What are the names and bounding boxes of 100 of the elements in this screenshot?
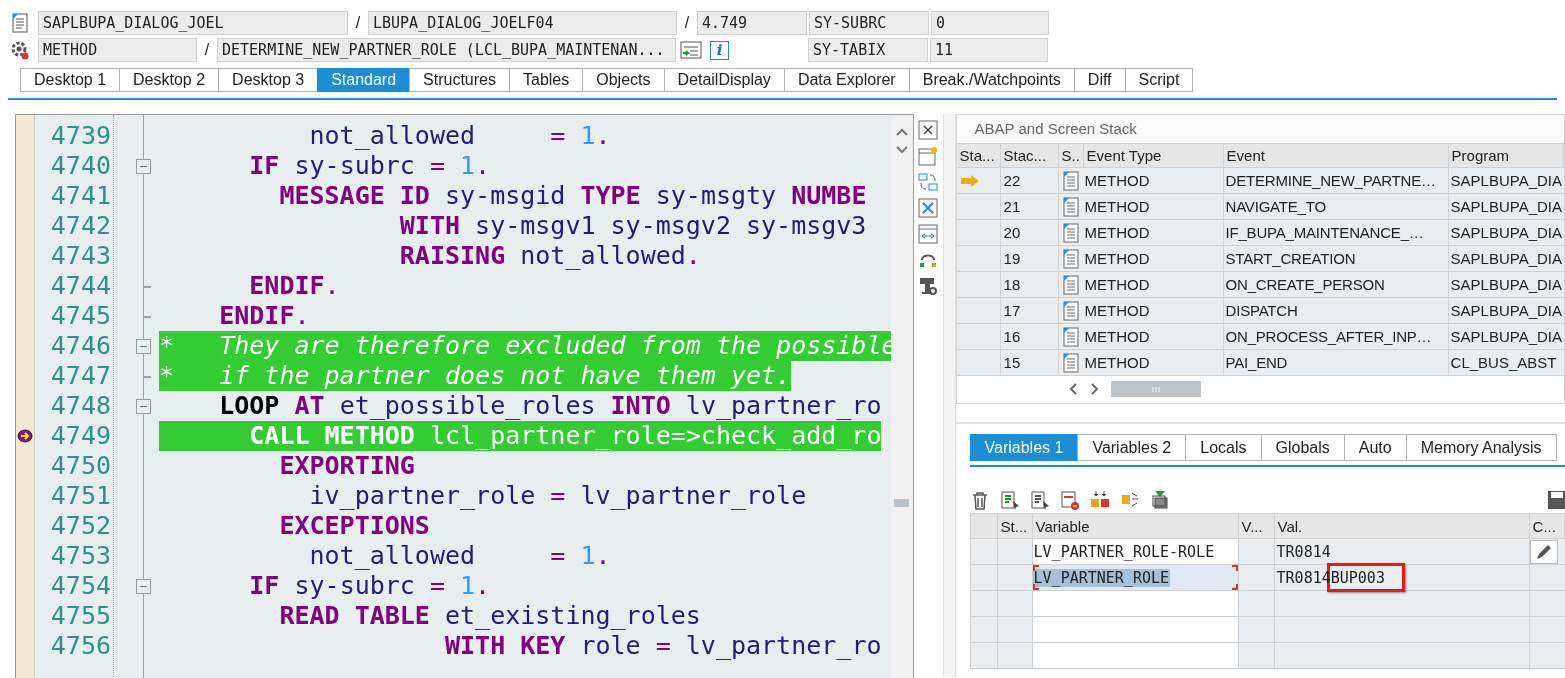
tab[interactable]: Memory Analysis [1405, 434, 1557, 461]
table-cell-text: CL_BUS_ABST [1449, 353, 1558, 373]
table-cell-text: SAPLBUPA_DIA [1449, 223, 1563, 243]
tab[interactable]: Objects [582, 68, 665, 92]
pencil-icon[interactable] [1534, 542, 1553, 561]
code-line: LOOP AT et_possible_roles INTO lv_partner_ro [218, 391, 883, 421]
tab[interactable]: Variables 2 [1077, 434, 1187, 461]
maximize-icon[interactable] [918, 198, 939, 218]
table-cell: METHOD [1083, 350, 1224, 375]
document-icon [1062, 196, 1081, 217]
edit-button[interactable] [1529, 539, 1558, 564]
tab[interactable]: Diff [1073, 68, 1126, 92]
info-button[interactable]: i [710, 40, 729, 60]
collapse-icon[interactable] [136, 159, 151, 174]
tab[interactable]: Data Explorer [783, 68, 910, 92]
merge-icon[interactable] [1089, 490, 1110, 510]
code-line: iv_partner_role = lv_partner_role [308, 481, 808, 511]
save-icon[interactable] [1547, 490, 1565, 510]
tab[interactable]: Auto [1343, 434, 1407, 461]
table-cell: 20 [1000, 220, 1059, 245]
table-cell: START_CREATION [1223, 246, 1449, 271]
tab[interactable]: Structures [409, 68, 510, 92]
list-select-icon[interactable] [1029, 490, 1050, 510]
table-cell: 15 [1000, 350, 1059, 375]
column-header[interactable]: Sta... [956, 144, 1001, 167]
new-window-icon[interactable] [918, 146, 939, 166]
column-header[interactable]: C... [1529, 514, 1565, 538]
table-cell[interactable] [1032, 643, 1239, 668]
table-cell-text: SAPLBUPA_DIA [1449, 249, 1563, 269]
scroll-thumb[interactable] [1110, 381, 1201, 397]
collapse-icon[interactable] [136, 399, 151, 414]
tab[interactable]: Globals [1260, 434, 1345, 461]
table-cell[interactable]: LV_PARTNER_ROLE [1032, 565, 1239, 590]
table-cell: 19 [1000, 246, 1059, 271]
resize-width-icon[interactable] [918, 224, 939, 244]
table-cell[interactable] [1032, 617, 1239, 642]
tab[interactable]: Desktop 3 [218, 68, 319, 92]
swap-icon[interactable] [918, 172, 939, 192]
document-icon [1062, 170, 1081, 191]
table-row[interactable]: 21 METHOD NAVIGATE_TO SAPLBUPA_DIA [956, 194, 1564, 220]
tab[interactable]: Standard [317, 68, 411, 92]
import-icon[interactable] [1149, 490, 1170, 510]
tab[interactable]: Locals [1185, 434, 1262, 461]
table-row[interactable]: 22 METHOD DETERMINE_NEW_PARTNE… SAPLBUPA_DIA [956, 168, 1564, 194]
table-cell: 16 [1000, 324, 1059, 349]
delete-row-icon[interactable] [1059, 490, 1080, 510]
table-cell-text: SAPLBUPA_DIA [1449, 327, 1563, 347]
navigate-icon[interactable] [680, 40, 702, 60]
line-number: 4751 [49, 481, 112, 511]
table-cell-text: SAPLBUPA_DIA [1449, 301, 1563, 321]
value-text: TR0814 [1276, 543, 1331, 561]
tab[interactable]: Tables [509, 68, 584, 92]
line-number: 4756 [49, 631, 112, 661]
scroll-up-icon[interactable] [895, 127, 909, 137]
collapse-icon[interactable] [136, 579, 151, 594]
system-field-value: 11 [930, 38, 1048, 62]
scroll-thumb[interactable] [894, 499, 909, 507]
table-cell: DISPATCH [1223, 298, 1449, 323]
tab[interactable]: Script [1124, 68, 1194, 92]
line-number: 4746 [49, 331, 112, 361]
tab[interactable]: Desktop 2 [119, 68, 220, 92]
gear-icon[interactable] [10, 39, 30, 61]
tool-icon[interactable] [918, 276, 939, 296]
column-header[interactable]: S.. [1058, 144, 1084, 167]
document-icon [1062, 300, 1081, 321]
tab[interactable]: DetailDisplay [663, 68, 785, 92]
table-cell[interactable] [1032, 591, 1239, 616]
column-header[interactable]: Val. [1274, 514, 1530, 538]
column-header[interactable]: V... [1238, 514, 1275, 538]
collapse-icon[interactable] [136, 339, 151, 354]
line-number: 4750 [49, 451, 112, 481]
column-header[interactable]: Variable [1032, 514, 1239, 538]
column-header[interactable]: Program [1448, 144, 1564, 167]
line-number: 4755 [49, 601, 112, 631]
tab[interactable]: Desktop 1 [20, 68, 121, 92]
column-header[interactable]: Stac... [1000, 144, 1059, 167]
table-row[interactable]: 18 METHOD ON_CREATE_PERSON SAPLBUPA_DIA [956, 272, 1564, 298]
code-line: not_allowed = 1. [308, 541, 612, 571]
table-row[interactable]: LV_PARTNER_ROLE-ROLE TR0814 [970, 539, 1565, 565]
table-row[interactable]: 19 METHOD START_CREATION SAPLBUPA_DIA [956, 246, 1564, 272]
code-line: not_allowed = 1. [308, 121, 612, 151]
scroll-down-icon[interactable] [895, 145, 909, 155]
column-header[interactable]: St... [997, 514, 1033, 538]
table-row[interactable]: 17 METHOD DISPATCH SAPLBUPA_DIA [956, 298, 1564, 324]
close-window-icon[interactable] [918, 120, 939, 140]
scrollbar[interactable] [891, 115, 913, 678]
column-header[interactable]: Event Type [1083, 144, 1224, 167]
tab[interactable]: Break./Watchpoints [908, 68, 1075, 92]
document-icon[interactable] [10, 12, 30, 34]
list-select-icon[interactable] [999, 490, 1020, 510]
tab[interactable]: Variables 1 [969, 434, 1079, 461]
table-cell: DETERMINE_NEW_PARTNE… [1223, 168, 1449, 193]
table-row[interactable]: 20 METHOD IF_BUPA_MAINTENANCE_… SAPLBUPA_DIA [956, 220, 1564, 246]
code-line: WITH sy-msgv1 sy-msgv2 sy-msgv3 [398, 211, 868, 241]
document-icon [1062, 326, 1081, 347]
table-row[interactable]: 15 METHOD PAI_END CL_BUS_ABST [956, 350, 1564, 376]
document-icon [1062, 222, 1081, 243]
table-row[interactable]: 16 METHOD ON_PROCESS_AFTER_INP… SAPLBUPA_DIA [956, 324, 1564, 350]
table-cell[interactable]: LV_PARTNER_ROLE-ROLE [1032, 539, 1239, 564]
column-header[interactable]: Event [1223, 144, 1449, 167]
